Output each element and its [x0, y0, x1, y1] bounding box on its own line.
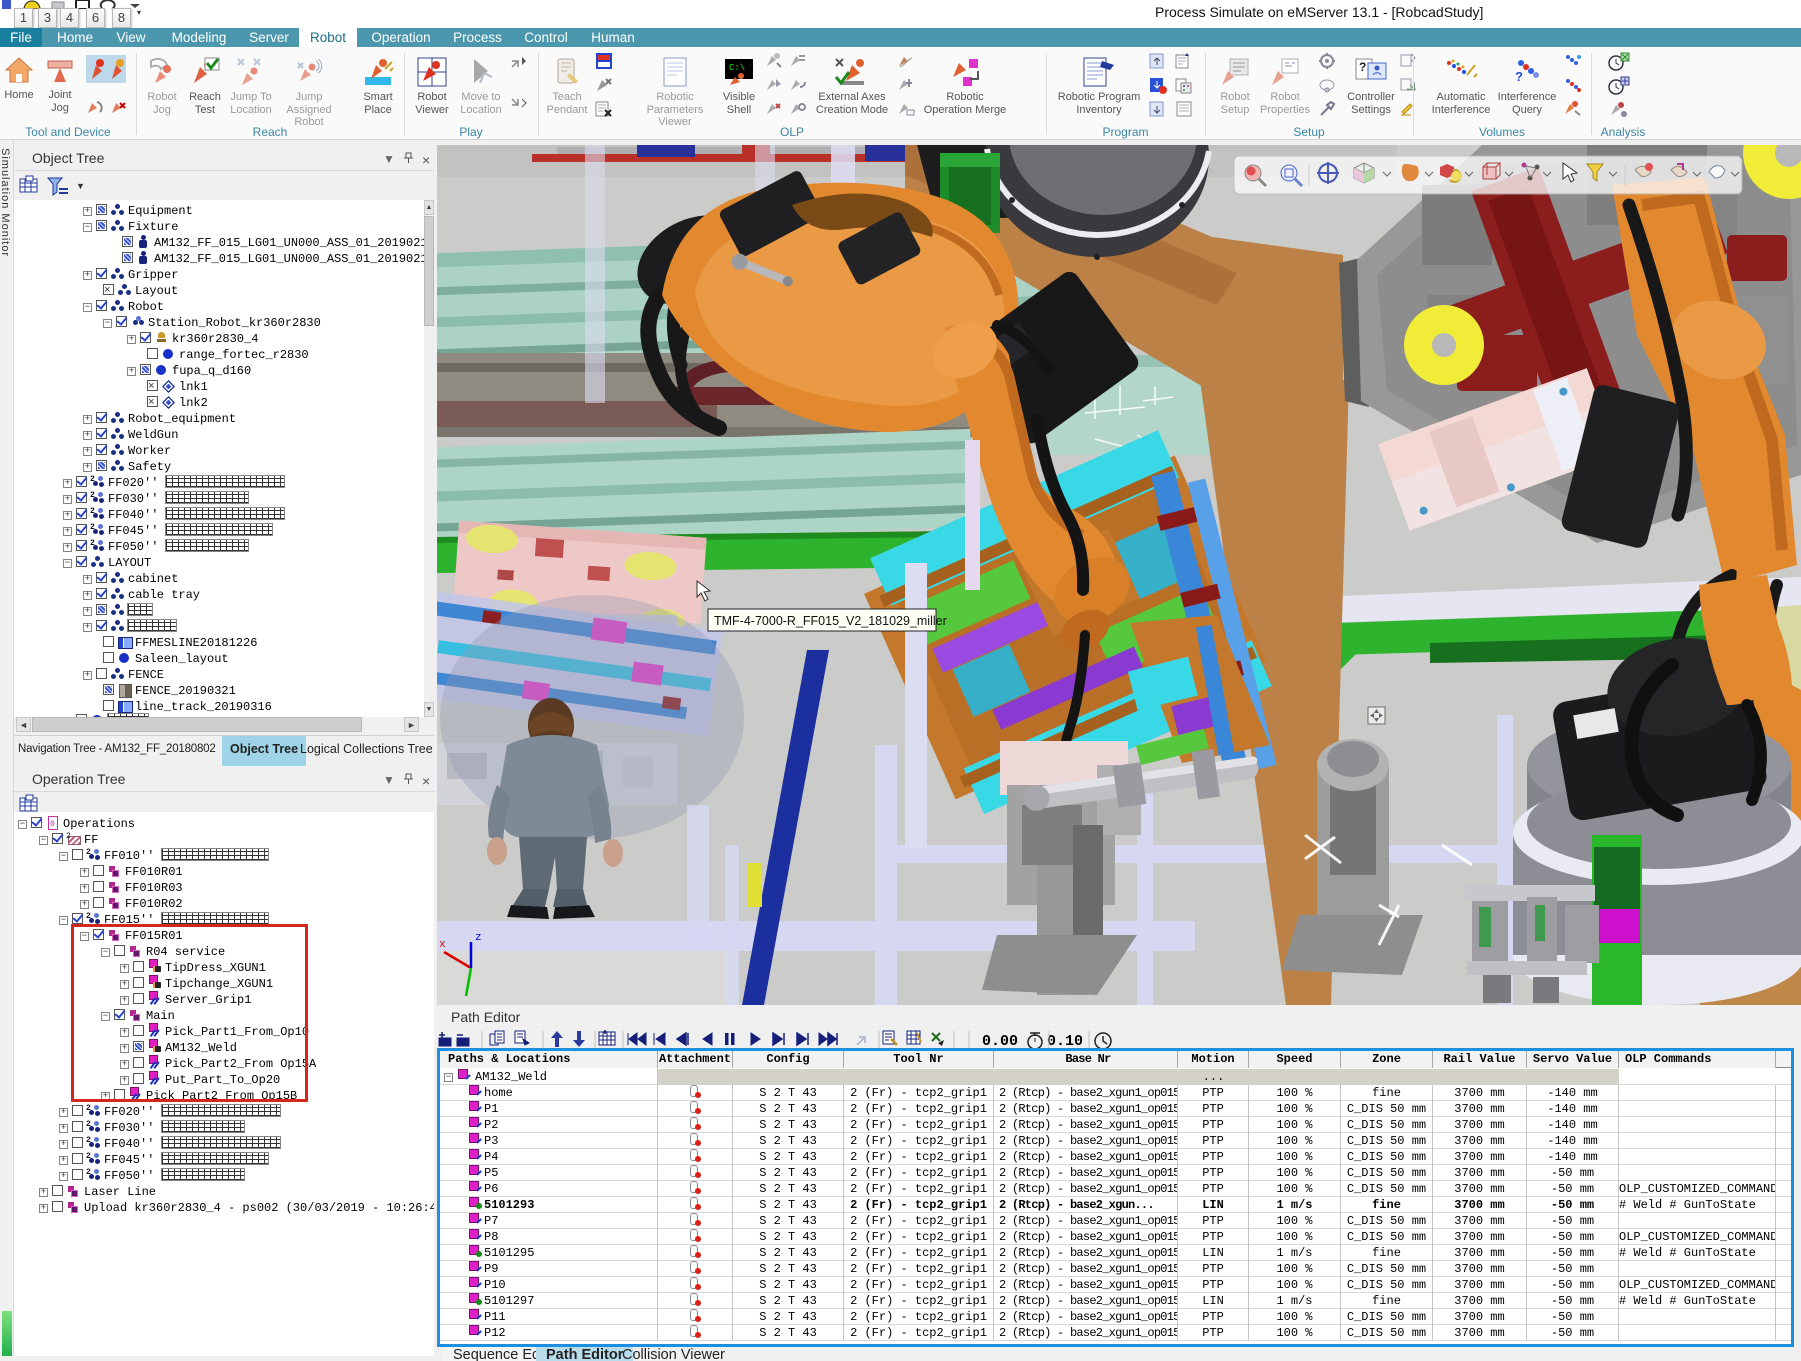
svg-text:z: z	[475, 932, 482, 944]
svg-text:C:\: C:\	[729, 63, 745, 73]
svg-text:?: ?	[1359, 60, 1366, 74]
svg-text:x: x	[439, 939, 446, 951]
svg-text:?: ?	[1515, 69, 1523, 84]
svg-text:TMF-4-7000-R_FF015_V2_181029_m: TMF-4-7000-R_FF015_V2_181029_miller	[714, 614, 947, 628]
